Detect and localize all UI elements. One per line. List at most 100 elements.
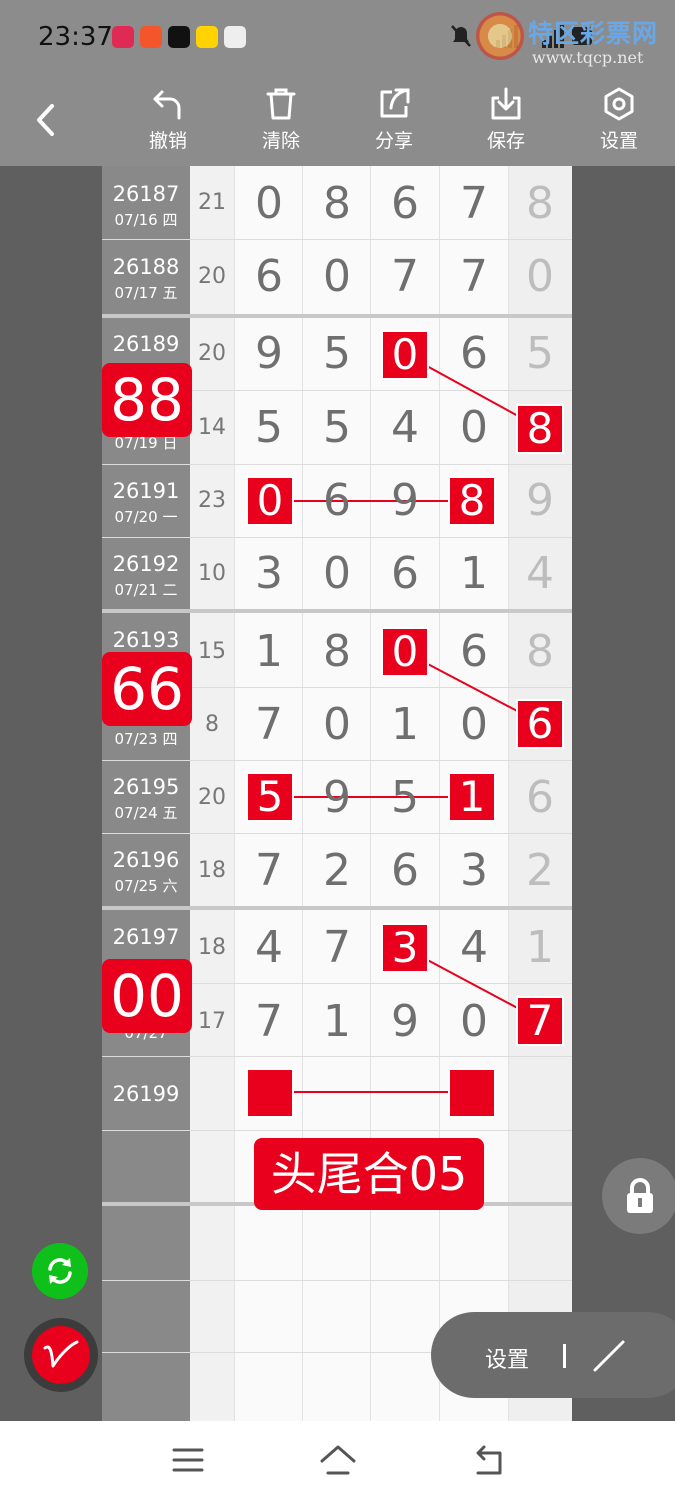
status-clock: 23:37 <box>38 22 113 52</box>
period-date: 07/25 六 <box>114 877 178 895</box>
sum-value: 20 <box>198 785 226 810</box>
digit-cell[interactable]: 7 <box>371 251 439 302</box>
settings-button[interactable]: 设置 <box>579 86 659 153</box>
digit-cell[interactable]: 6 <box>371 845 439 896</box>
digit-cell[interactable]: 7 <box>440 251 508 302</box>
digit-cell[interactable]: 0 <box>235 178 303 229</box>
pill-divider <box>563 1344 566 1368</box>
prediction-box-last[interactable] <box>450 1070 494 1116</box>
digit-cell[interactable]: 8 <box>303 178 371 229</box>
digit-cell[interactable]: 7 <box>235 699 303 750</box>
digit-cell[interactable]: 4 <box>235 922 303 973</box>
draw-settings-pill[interactable]: 设置 <box>431 1312 675 1398</box>
digit-cell[interactable]: 3 <box>440 845 508 896</box>
digit-cell[interactable]: 7 <box>235 996 303 1047</box>
lottery-chart-board[interactable]: 26187 07/16 四 21 0 8 6 7 8 26188 07/17 五… <box>102 166 572 1421</box>
marked-digit[interactable]: 8 <box>518 406 562 452</box>
digit-cell[interactable]: 0 <box>440 402 508 453</box>
marked-digit[interactable]: 8 <box>450 478 494 524</box>
last-digit-cell[interactable]: 9 <box>508 475 572 526</box>
lock-button[interactable] <box>602 1158 675 1234</box>
home-icon[interactable] <box>318 1443 358 1477</box>
digit-cell[interactable]: 5 <box>303 328 371 379</box>
clear-button[interactable]: 清除 <box>241 86 321 153</box>
digit-cell[interactable]: 0 <box>303 251 371 302</box>
marked-digit[interactable]: 6 <box>518 701 562 747</box>
undo-button[interactable]: 撤销 <box>128 86 208 153</box>
digit-cell[interactable]: 0 <box>440 699 508 750</box>
period-date: 07/24 五 <box>114 804 178 822</box>
pen-button-inner <box>32 1326 90 1384</box>
period-number: 26189 <box>112 332 180 356</box>
sum-value: 23 <box>198 488 226 513</box>
digit-cell[interactable]: 6 <box>371 178 439 229</box>
digit-cell[interactable]: 1 <box>303 996 371 1047</box>
digit-cell[interactable]: 6 <box>440 626 508 677</box>
digit-cell[interactable]: 5 <box>235 402 303 453</box>
marked-digit[interactable]: 5 <box>248 774 292 820</box>
digit-cell[interactable]: 2 <box>303 845 371 896</box>
watermark-logo <box>476 12 524 60</box>
digit-cell[interactable]: 7 <box>235 845 303 896</box>
last-digit-cell[interactable]: 0 <box>508 251 572 302</box>
digit-cell[interactable]: 9 <box>235 328 303 379</box>
digit-cell[interactable]: 6 <box>371 548 439 599</box>
pill-settings-label[interactable]: 设置 <box>485 1342 529 1374</box>
digit-cell[interactable]: 5 <box>303 402 371 453</box>
share-button[interactable]: 分享 <box>354 86 434 153</box>
pair-badge: 88 <box>102 363 192 437</box>
digit-cell[interactable]: 8 <box>303 626 371 677</box>
last-digit-cell[interactable]: 8 <box>508 626 572 677</box>
watermark-title: 特区彩票网 <box>528 19 659 48</box>
marked-digit[interactable]: 1 <box>450 774 494 820</box>
last-digit-cell[interactable]: 5 <box>508 328 572 379</box>
sum-value: 8 <box>205 712 219 737</box>
digit-cell[interactable]: 1 <box>371 699 439 750</box>
marked-digit[interactable]: 7 <box>518 998 562 1044</box>
period-number: 26197 <box>112 925 180 949</box>
digit-cell[interactable]: 9 <box>371 475 439 526</box>
line-tool-icon[interactable] <box>591 1338 627 1374</box>
mute-icon <box>451 25 471 47</box>
back-nav-icon[interactable] <box>470 1445 506 1477</box>
marked-digit[interactable]: 0 <box>383 332 427 378</box>
marked-digit[interactable]: 0 <box>248 478 292 524</box>
digit-cell[interactable]: 6 <box>303 475 371 526</box>
back-button[interactable] <box>30 100 64 140</box>
notification-icons <box>112 26 246 48</box>
marked-digit[interactable]: 3 <box>383 925 427 971</box>
digit-cell[interactable]: 9 <box>303 772 371 823</box>
sum-value: 20 <box>198 264 226 289</box>
digit-cell[interactable]: 0 <box>440 996 508 1047</box>
digit-cell[interactable]: 0 <box>303 699 371 750</box>
chevron-left-icon <box>37 104 54 136</box>
last-digit-cell[interactable]: 2 <box>508 845 572 896</box>
digit-cell[interactable]: 4 <box>440 922 508 973</box>
last-digit-cell[interactable]: 1 <box>508 922 572 973</box>
digit-cell[interactable]: 6 <box>440 328 508 379</box>
digit-cell[interactable]: 6 <box>235 251 303 302</box>
digit-cell[interactable]: 1 <box>235 626 303 677</box>
digit-cell[interactable]: 4 <box>371 402 439 453</box>
save-button[interactable]: 保存 <box>466 86 546 153</box>
system-nav-bar <box>0 1421 675 1500</box>
digit-cell[interactable]: 0 <box>303 548 371 599</box>
digit-cell[interactable]: 1 <box>440 548 508 599</box>
sum-banner: 头尾合05 <box>254 1138 484 1210</box>
last-digit-cell[interactable]: 4 <box>508 548 572 599</box>
pen-stroke-icon <box>43 1340 79 1368</box>
digit-cell[interactable]: 5 <box>371 772 439 823</box>
menu-icon[interactable] <box>172 1446 204 1474</box>
pen-button[interactable] <box>24 1318 98 1392</box>
pair-badge: 00 <box>102 959 192 1033</box>
digit-cell[interactable]: 7 <box>303 922 371 973</box>
last-digit-cell[interactable]: 8 <box>508 178 572 229</box>
prediction-box-first[interactable] <box>248 1070 292 1116</box>
digit-cell[interactable]: 7 <box>440 178 508 229</box>
digit-cell[interactable]: 3 <box>235 548 303 599</box>
marked-digit[interactable]: 0 <box>383 629 427 675</box>
last-digit-cell[interactable]: 6 <box>508 772 572 823</box>
digit-cell[interactable]: 9 <box>371 996 439 1047</box>
refresh-button[interactable] <box>32 1243 88 1299</box>
undo-label: 撤销 <box>148 130 187 152</box>
